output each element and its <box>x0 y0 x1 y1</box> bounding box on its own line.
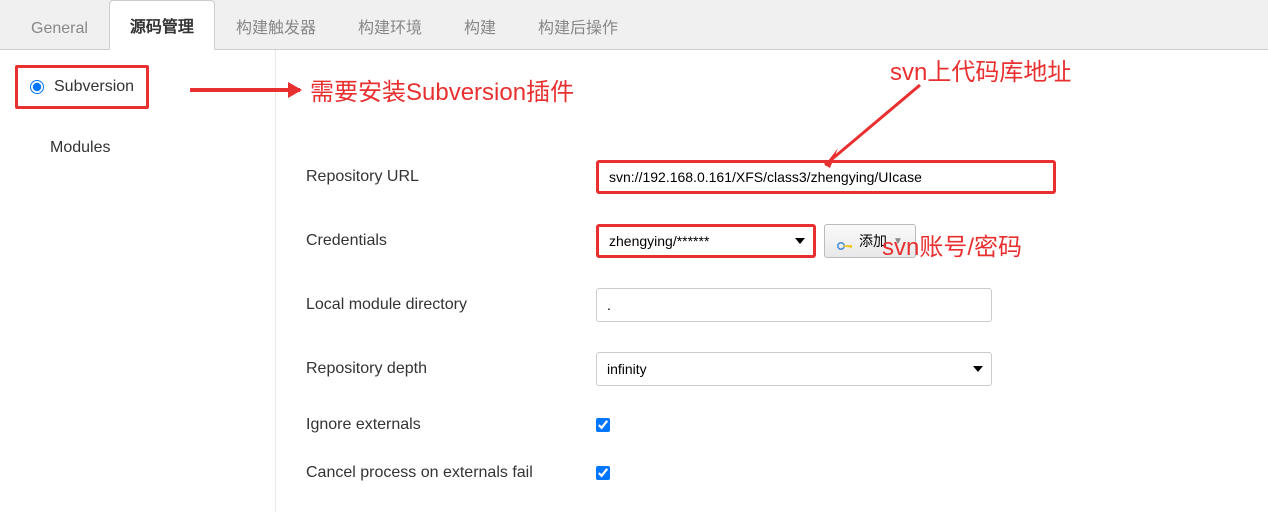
credentials-select[interactable]: zhengying/****** <box>596 224 816 258</box>
label-local-dir: Local module directory <box>306 296 596 314</box>
tab-post[interactable]: 构建后操作 <box>517 1 639 50</box>
config-tabs: General 源码管理 构建触发器 构建环境 构建 构建后操作 <box>0 0 1268 50</box>
row-cancel-externals: Cancel process on externals fail <box>276 464 1268 482</box>
row-depth: Repository depth infinity <box>276 352 1268 386</box>
modules-label: Modules <box>50 139 260 157</box>
subversion-radio-box[interactable]: Subversion <box>15 65 149 109</box>
content-area: Subversion Modules Repository URL Creden… <box>0 50 1268 512</box>
add-button-label: 添加 <box>859 231 887 251</box>
label-credentials: Credentials <box>306 232 596 250</box>
tab-triggers[interactable]: 构建触发器 <box>215 1 337 50</box>
cancel-externals-checkbox[interactable] <box>596 466 610 480</box>
chevron-down-icon: ▼ <box>893 236 903 247</box>
key-icon <box>837 237 853 245</box>
row-ignore-externals: Ignore externals <box>276 416 1268 434</box>
form-area: Repository URL Credentials zhengying/***… <box>275 50 1268 512</box>
local-dir-input[interactable] <box>596 288 992 322</box>
tab-environment[interactable]: 构建环境 <box>337 1 443 50</box>
repo-url-input[interactable] <box>596 160 1056 194</box>
row-credentials: Credentials zhengying/****** 添加 <box>276 224 1268 258</box>
subversion-label: Subversion <box>54 78 134 96</box>
tab-general[interactable]: General <box>10 7 109 50</box>
label-cancel-externals: Cancel process on externals fail <box>306 464 596 482</box>
scm-sidebar: Subversion Modules <box>0 50 275 512</box>
subversion-radio[interactable] <box>30 80 44 94</box>
row-repo-url: Repository URL <box>276 160 1268 194</box>
tab-build[interactable]: 构建 <box>443 1 517 50</box>
tab-scm[interactable]: 源码管理 <box>109 0 215 50</box>
depth-select[interactable]: infinity <box>596 352 992 386</box>
row-local-dir: Local module directory <box>276 288 1268 322</box>
add-credentials-button[interactable]: 添加 ▼ <box>824 224 916 258</box>
label-repo-url: Repository URL <box>306 168 596 186</box>
label-depth: Repository depth <box>306 360 596 378</box>
label-ignore-externals: Ignore externals <box>306 416 596 434</box>
ignore-externals-checkbox[interactable] <box>596 418 610 432</box>
